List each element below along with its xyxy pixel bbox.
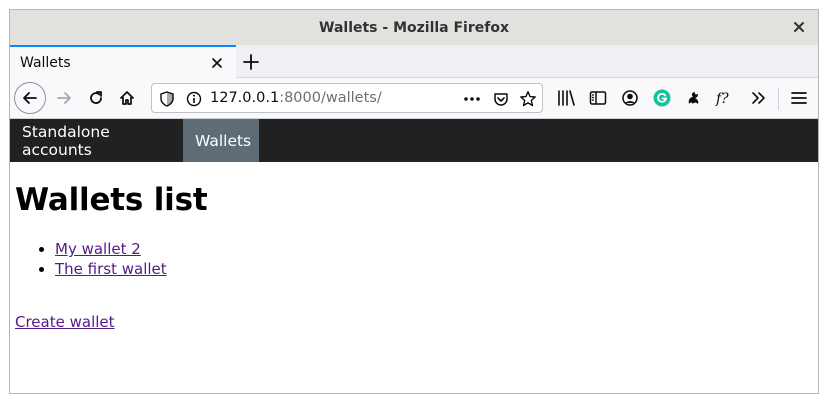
back-icon[interactable]: [14, 82, 46, 114]
new-tab-icon[interactable]: [241, 52, 261, 72]
account-icon[interactable]: [616, 84, 644, 112]
nav-wallets[interactable]: Wallets: [183, 119, 259, 162]
sidebar-icon[interactable]: [584, 84, 612, 112]
create-wallet-link[interactable]: Create wallet: [15, 313, 115, 331]
tab-strip: Wallets: [10, 45, 818, 78]
url-host: 127.0.0.1: [210, 90, 280, 106]
overflow-icon[interactable]: [744, 84, 772, 112]
extension-icon[interactable]: [680, 84, 708, 112]
list-item: The first wallet: [55, 260, 167, 280]
toolbar-separator: [778, 88, 779, 110]
page-content: Standalone accounts Wallets Wallets list…: [10, 119, 818, 393]
star-icon[interactable]: [518, 89, 538, 109]
library-icon[interactable]: [552, 84, 580, 112]
nav-standalone-accounts[interactable]: Standalone accounts: [10, 119, 183, 162]
reload-icon[interactable]: [82, 84, 110, 112]
shield-icon[interactable]: [157, 89, 177, 109]
url-path: :8000/wallets/: [279, 90, 382, 106]
grammarly-icon[interactable]: [648, 84, 676, 112]
wallet-link[interactable]: The first wallet: [55, 260, 167, 278]
url-text[interactable]: 127.0.0.1:8000/wallets/: [210, 90, 382, 106]
title-bar: Wallets - Mozilla Firefox: [10, 10, 818, 45]
svg-text:f?: f?: [715, 91, 729, 107]
page-title: Wallets list: [15, 182, 208, 218]
pocket-icon[interactable]: [491, 89, 511, 109]
forward-icon[interactable]: [50, 84, 78, 112]
home-icon[interactable]: [113, 84, 141, 112]
tab-title: Wallets: [20, 54, 71, 71]
wallet-list: My wallet 2 The first wallet: [55, 240, 167, 279]
list-item: My wallet 2: [55, 240, 167, 260]
info-icon[interactable]: [184, 89, 204, 109]
tab-close-icon[interactable]: [208, 54, 226, 72]
window-title: Wallets - Mozilla Firefox: [319, 19, 509, 36]
browser-window: Wallets - Mozilla Firefox Wallets 127.0.…: [9, 9, 819, 394]
window-close-icon[interactable]: [790, 18, 808, 36]
tab-wallets[interactable]: Wallets: [10, 45, 236, 78]
wallet-link[interactable]: My wallet 2: [55, 240, 141, 258]
more-icon[interactable]: [462, 89, 482, 109]
nav-toolbar: 127.0.0.1:8000/wallets/ f?: [10, 78, 818, 119]
url-bar[interactable]: 127.0.0.1:8000/wallets/: [151, 83, 543, 113]
menu-icon[interactable]: [785, 84, 813, 112]
function-icon[interactable]: f?: [712, 84, 740, 112]
site-navbar: Standalone accounts Wallets: [10, 119, 818, 162]
